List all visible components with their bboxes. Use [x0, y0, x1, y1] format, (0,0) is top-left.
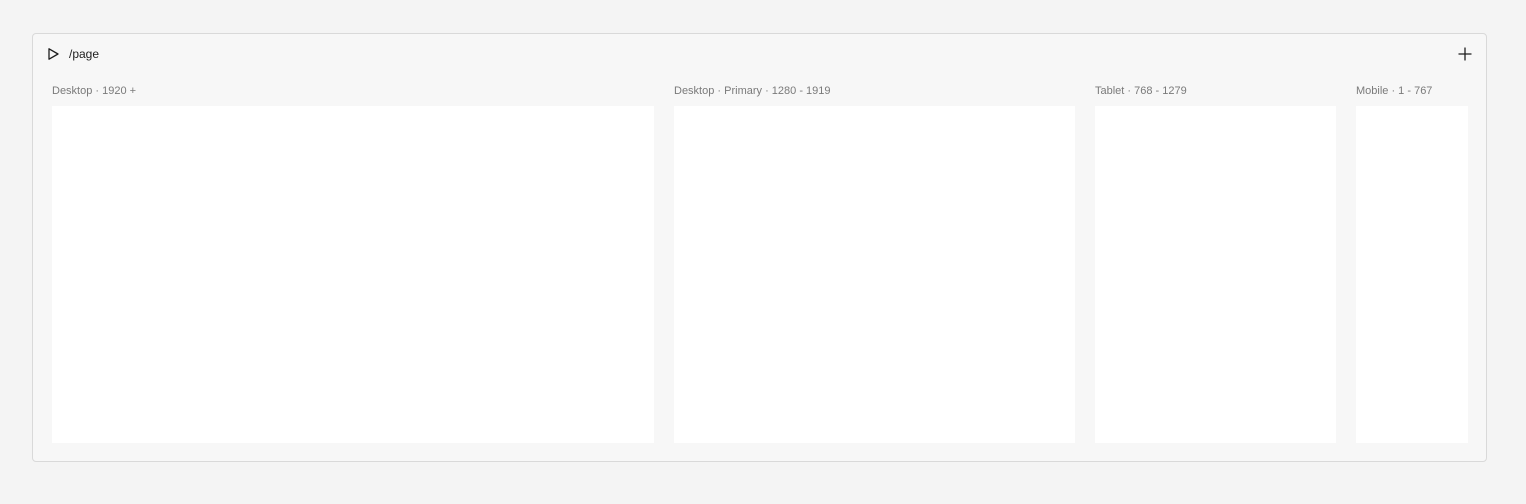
- add-breakpoint-button[interactable]: [1456, 45, 1474, 63]
- breakpoint-frame-tablet[interactable]: [1095, 106, 1336, 443]
- panel-header: /page: [33, 34, 1486, 74]
- page-route: /page: [69, 47, 100, 61]
- breakpoint-label-desktop-large: Desktop · 1920 +: [52, 85, 137, 97]
- breakpoint-frame-mobile[interactable]: [1356, 106, 1468, 443]
- breakpoint-label-desktop-primary: Desktop · Primary · 1280 - 1919: [674, 85, 831, 97]
- breakpoint-label-mobile: Mobile · 1 - 767: [1356, 85, 1433, 97]
- breakpoint-canvas-panel: /page Desktop · 1920 + Desktop · Primary…: [32, 33, 1487, 462]
- play-icon: [48, 48, 59, 60]
- plus-icon: [1458, 47, 1472, 61]
- breakpoint-frame-desktop-large[interactable]: [52, 106, 654, 443]
- breakpoint-label-tablet: Tablet · 768 - 1279: [1095, 85, 1187, 97]
- breakpoint-frame-desktop-primary[interactable]: [674, 106, 1075, 443]
- preview-button[interactable]: [45, 46, 61, 62]
